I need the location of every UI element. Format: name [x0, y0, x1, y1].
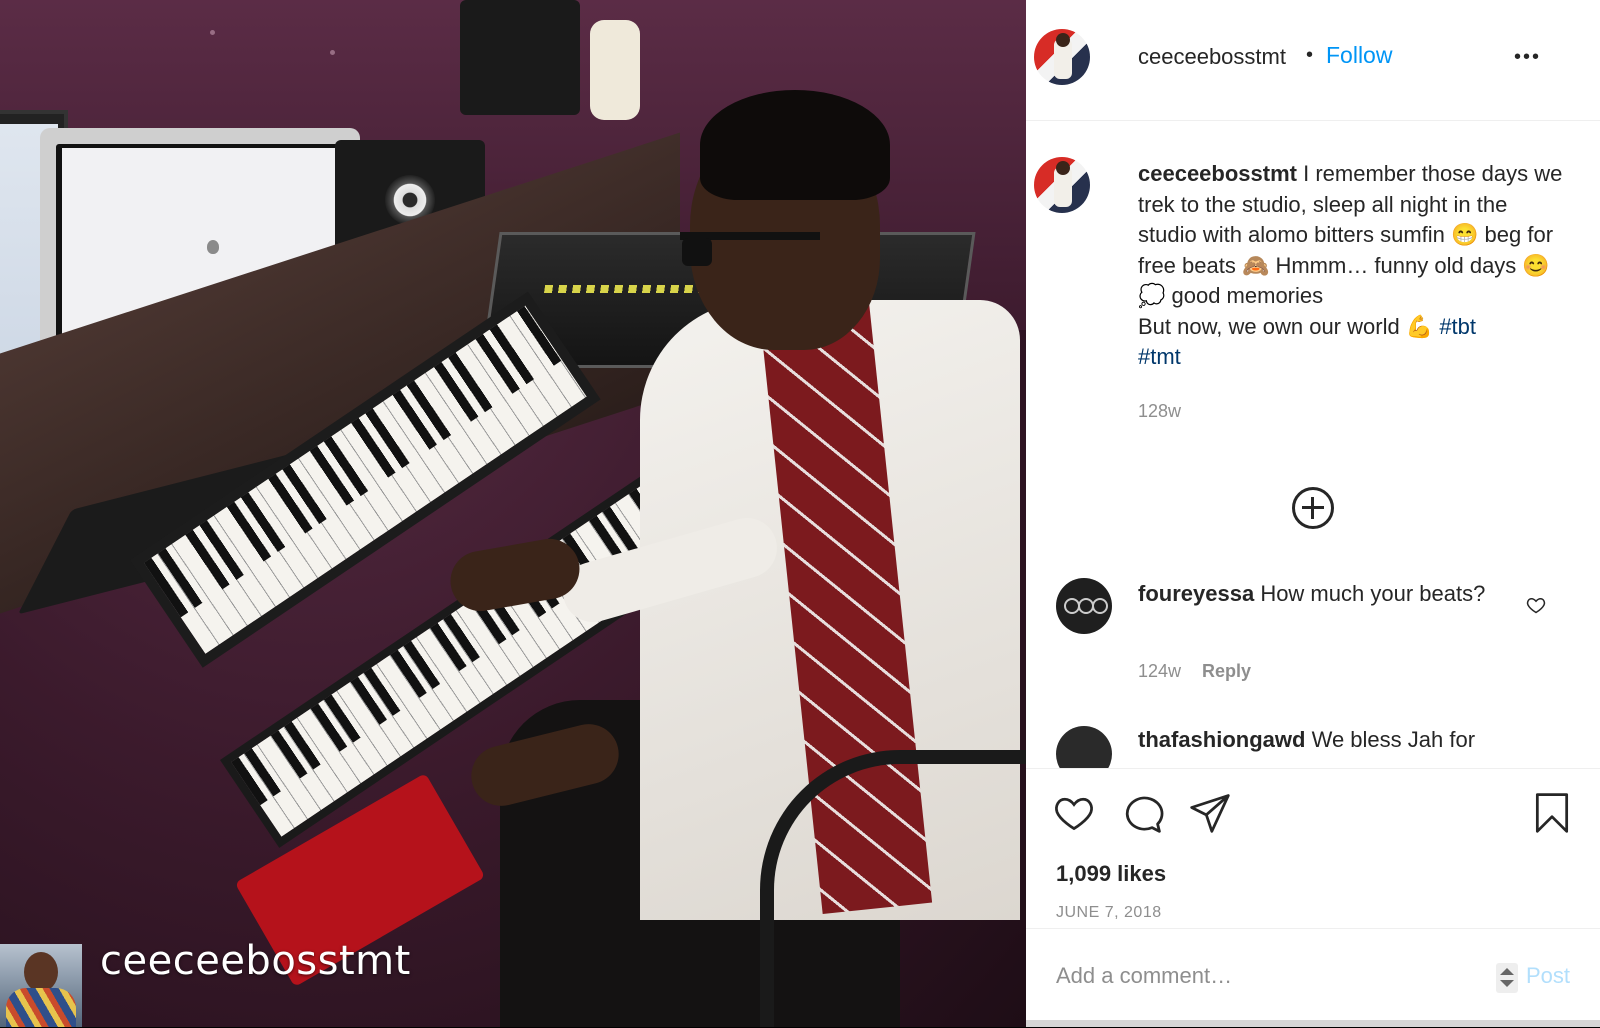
- separator-dot: •: [1306, 44, 1314, 66]
- share-icon[interactable]: [1188, 791, 1232, 835]
- comment-item: thafashiongawd We bless Jah for: [1138, 727, 1475, 753]
- comment-text: How much your beats?: [1260, 581, 1486, 606]
- comment-text: We bless Jah for: [1311, 727, 1476, 752]
- caption-author-avatar[interactable]: [1034, 157, 1090, 213]
- post-sidebar: ceeceebosstmt • Follow ••• ceeceebosstmt…: [1026, 0, 1600, 1027]
- person-hair: [700, 90, 890, 200]
- vase: [590, 20, 640, 120]
- commenter-avatar[interactable]: [1056, 578, 1112, 634]
- author-avatar[interactable]: [1034, 29, 1090, 85]
- post-header: ceeceebosstmt • Follow •••: [1026, 0, 1600, 121]
- comments-list[interactable]: ceeceebosstmt I remember those days we t…: [1026, 121, 1600, 768]
- comment-like-icon[interactable]: [1526, 595, 1546, 615]
- comment-username[interactable]: foureyessa: [1138, 581, 1254, 606]
- likes-count[interactable]: 1,099 likes: [1056, 861, 1166, 887]
- author-username[interactable]: ceeceebosstmt: [1138, 44, 1286, 70]
- caption-text-2: But now, we own our world 💪: [1138, 313, 1440, 339]
- chair: [760, 750, 1026, 1027]
- comment-icon[interactable]: [1120, 791, 1164, 835]
- scroll-stepper[interactable]: [1496, 963, 1518, 993]
- caption-timestamp[interactable]: 128w: [1138, 401, 1181, 421]
- heart-icon[interactable]: [1052, 791, 1096, 835]
- post-date[interactable]: JUNE 7, 2018: [1056, 904, 1162, 922]
- comment-input[interactable]: [1054, 953, 1458, 999]
- caption-username[interactable]: ceeceebosstmt: [1138, 161, 1297, 186]
- comment-meta: 124w Reply: [1138, 661, 1251, 682]
- more-icon[interactable]: •••: [1514, 46, 1541, 69]
- wall-tuft: [210, 30, 215, 35]
- caption: ceeceebosstmt I remember those days we t…: [1138, 159, 1568, 426]
- post-button[interactable]: Post: [1526, 963, 1570, 989]
- post-actions: 1,099 likes JUNE 7, 2018: [1026, 768, 1600, 929]
- post-photo[interactable]: ceeceebosstmt: [0, 0, 1026, 1027]
- comment-item: foureyessa How much your beats?: [1138, 579, 1498, 610]
- add-comments-icon[interactable]: [1292, 487, 1334, 529]
- wall-tuft: [330, 50, 335, 55]
- hashtag-tbt[interactable]: #tbt: [1439, 314, 1476, 339]
- apple-logo-screen: [207, 240, 219, 254]
- reply-button[interactable]: Reply: [1202, 661, 1251, 681]
- save-icon[interactable]: [1530, 791, 1574, 835]
- commenter-avatar[interactable]: [1056, 726, 1112, 768]
- watermark-avatar: [0, 944, 82, 1027]
- follow-button[interactable]: Follow: [1326, 42, 1392, 69]
- comment-username[interactable]: thafashiongawd: [1138, 727, 1305, 752]
- hashtag-tmt[interactable]: #tmt: [1138, 344, 1181, 369]
- top-speaker: [460, 0, 580, 115]
- sunglasses: [680, 232, 820, 270]
- comment-timestamp[interactable]: 124w: [1138, 661, 1181, 681]
- watermark-username: ceeceebosstmt: [100, 938, 411, 984]
- window-bottom-edge: [1026, 1020, 1600, 1027]
- comment-form: Post: [1026, 928, 1600, 1028]
